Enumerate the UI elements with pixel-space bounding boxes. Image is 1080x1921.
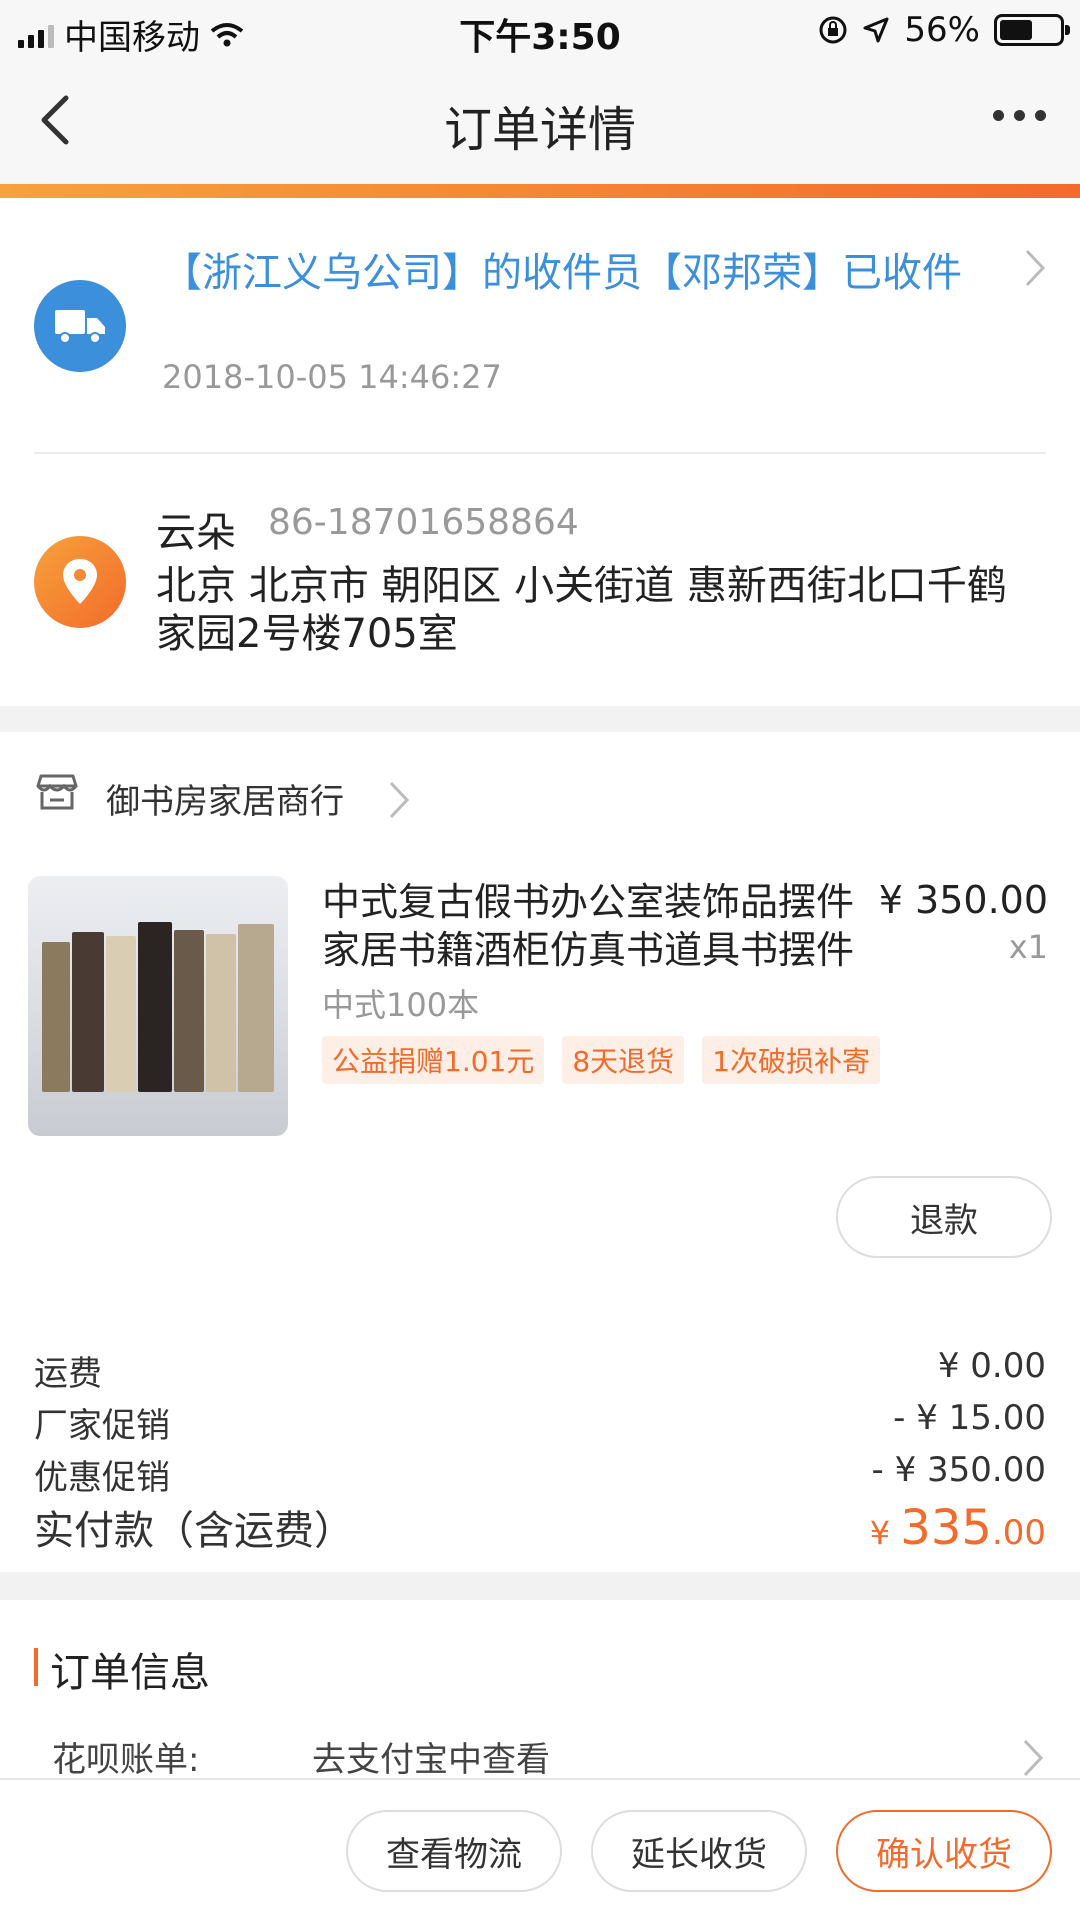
order-info-section: 订单信息 花呗账单: 去支付宝中查看	[0, 1600, 1080, 1780]
fee-label: 厂家促销	[34, 1406, 170, 1446]
location-pin-icon	[34, 536, 126, 628]
product-price: ¥ 350.00	[878, 878, 1048, 922]
product-sku: 中式100本	[322, 986, 480, 1024]
product-image[interactable]	[28, 876, 288, 1136]
confirm-receipt-button[interactable]: 确认收货	[836, 1810, 1052, 1892]
total-amount: ¥ 335.00	[870, 1500, 1046, 1556]
page-title: 订单详情	[443, 102, 636, 158]
shop-name[interactable]: 御书房家居商行	[106, 774, 344, 823]
shipping-address: 云朵 86-18701658864 北京 北京市 朝阳区 小关街道 惠新西街北口…	[0, 454, 1080, 706]
total-decimal: .00	[991, 1513, 1046, 1553]
section-marker	[34, 1648, 38, 1686]
accent-strip	[0, 184, 1080, 198]
huabei-link[interactable]: 去支付宝中查看	[312, 1732, 550, 1781]
fee-row-vendor-promo: 厂家促销 - ¥ 15.00	[34, 1398, 1046, 1447]
view-logistics-button[interactable]: 查看物流	[346, 1810, 562, 1892]
service-tags: 公益捐赠1.01元 8天退货 1次破损补寄	[322, 1036, 881, 1084]
total-integer: 335	[900, 1500, 992, 1556]
fee-label: 优惠促销	[34, 1458, 170, 1498]
nav-bar: 订单详情	[0, 60, 1080, 184]
product-title[interactable]: 中式复古假书办公室装饰品摆件 家居书籍酒柜仿真书道具书摆件	[322, 878, 862, 974]
total-currency: ¥	[869, 1514, 901, 1552]
section-gap	[0, 706, 1080, 732]
recipient-phone: 86-18701658864	[268, 502, 579, 543]
logistics-status[interactable]: 【浙江义乌公司】的收件员【邓邦荣】已收件 2018-10-05 14:46:27	[0, 198, 1080, 453]
fee-label: 运费	[34, 1354, 102, 1394]
battery-percent: 56%	[904, 10, 980, 50]
rotation-lock-icon	[819, 16, 847, 44]
fee-row-shipping: 运费 ¥ 0.00	[34, 1346, 1046, 1395]
section-gap	[0, 1572, 1080, 1600]
logistics-message: 【浙江义乌公司】的收件员【邓邦荣】已收件	[162, 250, 962, 296]
chevron-right-icon[interactable]	[388, 780, 410, 820]
huabei-label: 花呗账单:	[52, 1740, 200, 1780]
order-item-section: 御书房家居商行 中式复古假书办公室装饰品摆件 家居书籍酒柜仿真书道具书摆件 ¥ …	[0, 732, 1080, 1592]
fee-value: - ¥ 350.00	[871, 1450, 1046, 1490]
recipient-name: 云朵	[156, 510, 236, 556]
refund-button[interactable]: 退款	[836, 1176, 1052, 1258]
more-icon[interactable]	[993, 110, 1046, 121]
status-bar: 中国移动 下午3:50 56%	[0, 0, 1080, 60]
total-label: 实付款（含运费）	[34, 1508, 354, 1554]
battery-icon	[994, 14, 1070, 46]
fee-value: ¥ 0.00	[937, 1346, 1046, 1386]
extend-receipt-button[interactable]: 延长收货	[591, 1810, 807, 1892]
fee-value: - ¥ 15.00	[893, 1398, 1046, 1438]
store-icon	[36, 774, 78, 810]
truck-icon	[34, 280, 126, 372]
bottom-action-bar: 查看物流 延长收货 确认收货	[0, 1778, 1080, 1921]
product-title-line2: 家居书籍酒柜仿真书道具书摆件	[322, 928, 855, 972]
total-row: 实付款（含运费） ¥ 335.00	[34, 1498, 1046, 1556]
tag-damage: 1次破损补寄	[702, 1036, 881, 1084]
system-icons: 56%	[818, 10, 1070, 50]
logistics-time: 2018-10-05 14:46:27	[162, 358, 502, 396]
order-info-title: 订单信息	[50, 1650, 210, 1696]
location-arrow-icon	[863, 17, 889, 43]
chevron-right-icon[interactable]	[1022, 1738, 1044, 1778]
address-text: 北京 北京市 朝阳区 小关街道 惠新西街北口千鹤家园2号楼705室	[156, 563, 1007, 657]
fee-row-discount: 优惠促销 - ¥ 350.00	[34, 1450, 1046, 1499]
product-title-line1: 中式复古假书办公室装饰品摆件	[322, 880, 855, 924]
product-quantity: x1	[1008, 928, 1048, 966]
chevron-right-icon	[1025, 249, 1046, 287]
tag-donation: 公益捐赠1.01元	[322, 1036, 545, 1084]
tag-return: 8天退货	[562, 1036, 685, 1084]
